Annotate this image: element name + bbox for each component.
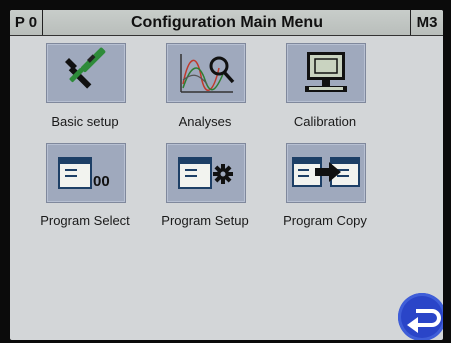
back-arrow-icon [407, 309, 441, 333]
calibration-button[interactable] [286, 43, 366, 103]
title-bar: P 0 Configuration Main Menu M3 [10, 10, 443, 36]
program-select-label: Program Select [40, 213, 130, 228]
window-gear-icon [178, 157, 233, 189]
analyses-button[interactable] [166, 43, 246, 103]
basic-setup-button[interactable] [46, 43, 126, 103]
back-button[interactable] [398, 293, 443, 340]
tools-icon [65, 47, 106, 89]
monitor-icon [305, 52, 347, 92]
program-setup-button[interactable] [166, 143, 246, 203]
program-setup-label: Program Setup [161, 213, 249, 228]
program-number-text: 00 [93, 173, 110, 190]
analyses-label: Analyses [178, 114, 232, 129]
page-title: Configuration Main Menu [131, 14, 323, 31]
page-indicator[interactable]: P 0 [10, 10, 43, 35]
calibration-label: Calibration [293, 114, 357, 129]
window-copy-icon [292, 157, 360, 187]
mode-indicator[interactable]: M3 [410, 10, 443, 35]
analyses-chart-icon [180, 54, 235, 93]
touch-screen: P 0 Configuration Main Menu M3 Basic set… [10, 10, 443, 340]
window-00-icon: 00 [58, 157, 110, 190]
program-select-button[interactable]: 00 [46, 143, 126, 203]
program-copy-label: Program Copy [283, 213, 367, 228]
program-copy-button[interactable] [286, 143, 366, 203]
basic-setup-label: Basic setup [51, 114, 119, 129]
